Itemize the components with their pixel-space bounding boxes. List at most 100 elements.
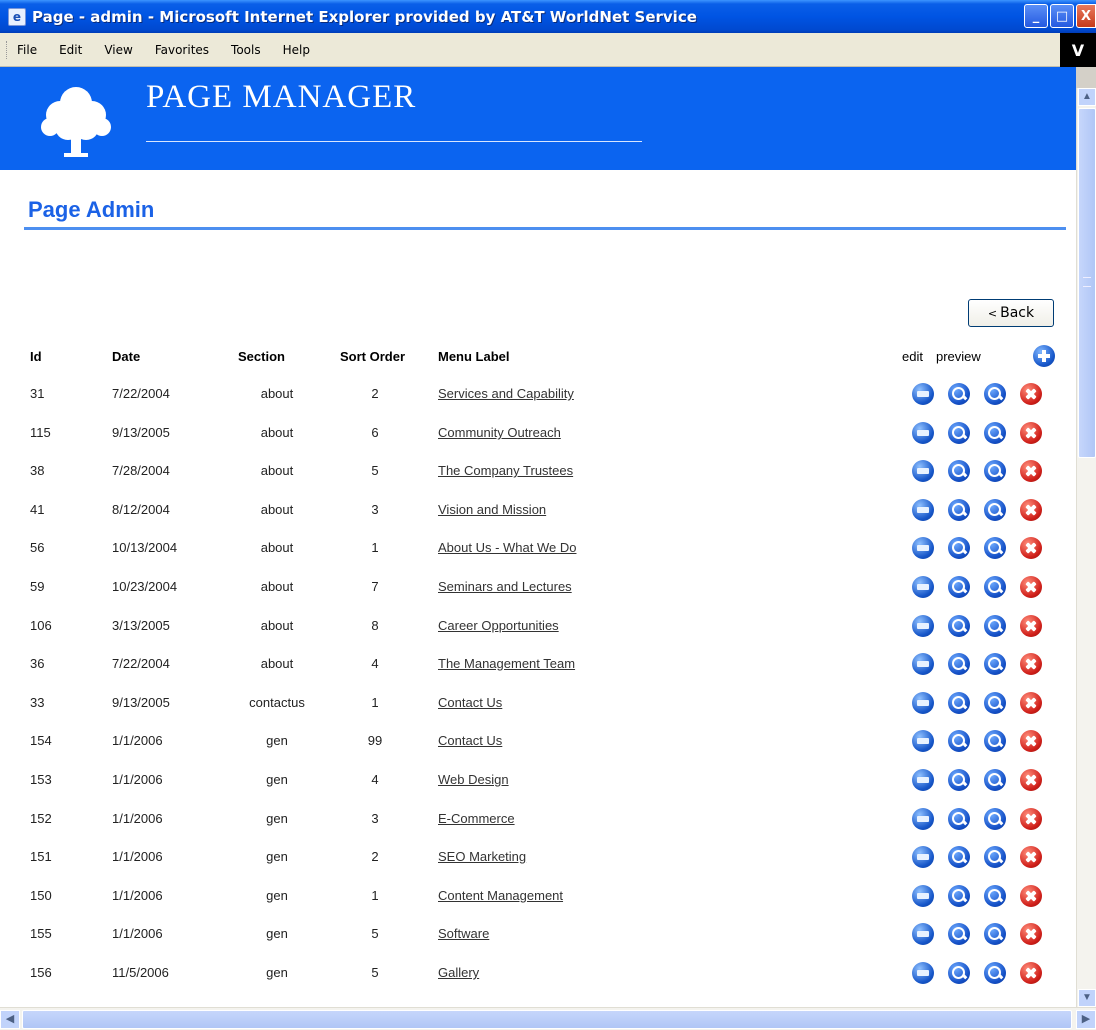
vertical-scroll-thumb[interactable] [1078,108,1096,458]
preview-icon[interactable] [948,885,970,907]
delete-icon[interactable] [1020,923,1042,945]
vertical-scrollbar[interactable]: ▲ ▼ [1076,88,1096,1007]
edit-icon[interactable] [912,615,934,637]
row-menu-label-link[interactable]: About Us - What We Do [438,540,576,555]
close-button[interactable]: X [1076,4,1096,28]
preview-live-icon[interactable] [984,383,1006,405]
preview-live-icon[interactable] [984,422,1006,444]
edit-icon[interactable] [912,769,934,791]
preview-icon[interactable] [948,962,970,984]
delete-icon[interactable] [1020,885,1042,907]
menu-favorites[interactable]: Favorites [155,43,209,57]
menu-view[interactable]: View [104,43,132,57]
delete-icon[interactable] [1020,499,1042,521]
preview-icon[interactable] [948,808,970,830]
preview-icon[interactable] [948,653,970,675]
horizontal-scroll-thumb[interactable] [22,1010,1072,1029]
menu-tools[interactable]: Tools [231,43,261,57]
edit-icon[interactable] [912,422,934,444]
preview-icon[interactable] [948,422,970,444]
preview-icon[interactable] [948,537,970,559]
edit-icon[interactable] [912,846,934,868]
preview-icon[interactable] [948,730,970,752]
edit-icon[interactable] [912,692,934,714]
edit-icon[interactable] [912,499,934,521]
preview-live-icon[interactable] [984,962,1006,984]
delete-icon[interactable] [1020,808,1042,830]
add-page-icon[interactable] [1033,345,1055,367]
minimize-button[interactable]: _ [1024,4,1048,28]
row-menu-label-link[interactable]: SEO Marketing [438,849,526,864]
preview-live-icon[interactable] [984,576,1006,598]
preview-live-icon[interactable] [984,537,1006,559]
preview-live-icon[interactable] [984,923,1006,945]
preview-icon[interactable] [948,383,970,405]
delete-icon[interactable] [1020,576,1042,598]
horizontal-scrollbar[interactable]: ◀ ▶ [0,1007,1096,1030]
menu-edit[interactable]: Edit [59,43,82,57]
preview-icon[interactable] [948,769,970,791]
delete-icon[interactable] [1020,383,1042,405]
preview-live-icon[interactable] [984,499,1006,521]
back-button[interactable]: < Back [968,299,1054,327]
preview-live-icon[interactable] [984,692,1006,714]
scroll-left-arrow-icon[interactable]: ◀ [0,1010,20,1029]
row-menu-label-link[interactable]: Software [438,926,489,941]
row-menu-label-link[interactable]: Contact Us [438,733,502,748]
delete-icon[interactable] [1020,460,1042,482]
preview-icon[interactable] [948,460,970,482]
row-menu-label-link[interactable]: Content Management [438,888,563,903]
preview-icon[interactable] [948,692,970,714]
edit-icon[interactable] [912,537,934,559]
row-menu-label-link[interactable]: Contact Us [438,695,502,710]
delete-icon[interactable] [1020,422,1042,444]
edit-icon[interactable] [912,653,934,675]
preview-icon[interactable] [948,615,970,637]
edit-icon[interactable] [912,730,934,752]
maximize-button[interactable]: □ [1050,4,1074,28]
edit-icon[interactable] [912,923,934,945]
preview-live-icon[interactable] [984,653,1006,675]
delete-icon[interactable] [1020,615,1042,637]
delete-icon[interactable] [1020,769,1042,791]
row-menu-label-link[interactable]: Career Opportunities [438,618,559,633]
delete-icon[interactable] [1020,653,1042,675]
delete-icon[interactable] [1020,730,1042,752]
row-menu-label-link[interactable]: Services and Capability [438,386,574,401]
edit-icon[interactable] [912,576,934,598]
preview-live-icon[interactable] [984,846,1006,868]
row-menu-label-link[interactable]: Seminars and Lectures [438,579,572,594]
preview-icon[interactable] [948,576,970,598]
preview-icon[interactable] [948,923,970,945]
preview-icon[interactable] [948,846,970,868]
scroll-up-arrow-icon[interactable]: ▲ [1078,88,1096,106]
row-menu-label-link[interactable]: The Management Team [438,656,575,671]
preview-live-icon[interactable] [984,885,1006,907]
scroll-right-arrow-icon[interactable]: ▶ [1076,1010,1096,1029]
edit-icon[interactable] [912,460,934,482]
preview-live-icon[interactable] [984,615,1006,637]
delete-icon[interactable] [1020,692,1042,714]
menu-help[interactable]: Help [283,43,310,57]
row-menu-label-link[interactable]: Community Outreach [438,425,561,440]
toolbar-grip[interactable] [6,40,9,59]
row-menu-label-link[interactable]: Gallery [438,965,479,980]
preview-live-icon[interactable] [984,460,1006,482]
preview-live-icon[interactable] [984,730,1006,752]
row-menu-label-link[interactable]: E-Commerce [438,811,515,826]
delete-icon[interactable] [1020,962,1042,984]
window-title-bar[interactable]: e Page - admin - Microsoft Internet Expl… [0,0,1096,33]
menu-file[interactable]: File [17,43,37,57]
delete-icon[interactable] [1020,846,1042,868]
scroll-down-arrow-icon[interactable]: ▼ [1078,989,1096,1007]
row-menu-label-link[interactable]: Vision and Mission [438,502,546,517]
preview-icon[interactable] [948,499,970,521]
edit-icon[interactable] [912,885,934,907]
row-menu-label-link[interactable]: Web Design [438,772,509,787]
preview-live-icon[interactable] [984,769,1006,791]
edit-icon[interactable] [912,962,934,984]
preview-live-icon[interactable] [984,808,1006,830]
delete-icon[interactable] [1020,537,1042,559]
edit-icon[interactable] [912,808,934,830]
edit-icon[interactable] [912,383,934,405]
